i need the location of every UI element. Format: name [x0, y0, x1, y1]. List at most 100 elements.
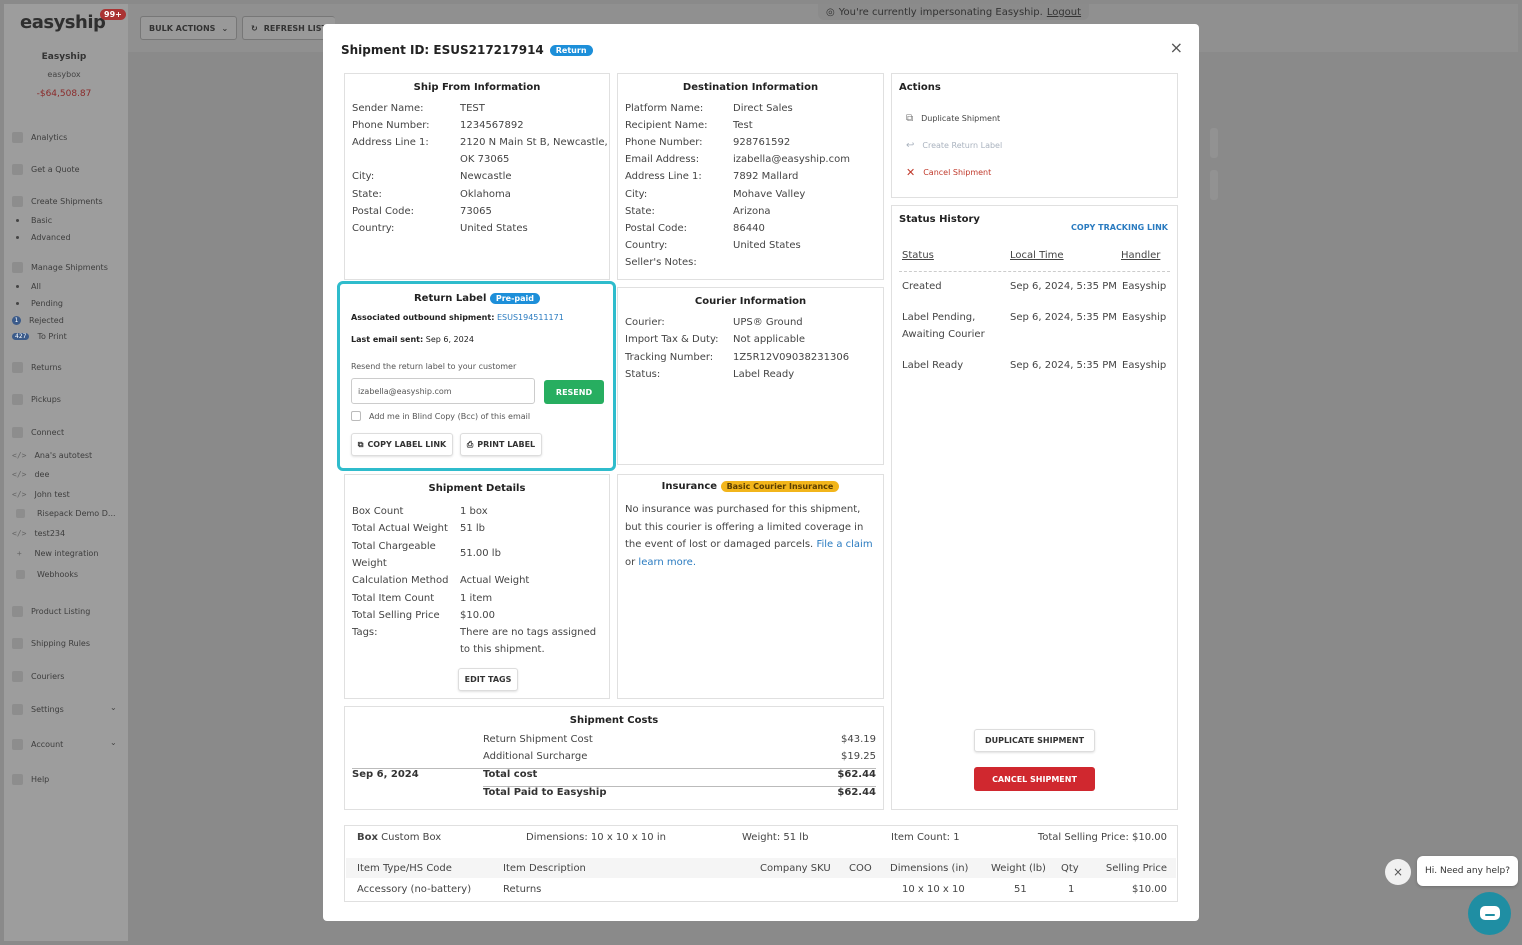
- status-row-3-handler: Easyship: [1122, 360, 1167, 371]
- ship-from-label: Country:: [352, 222, 395, 234]
- chat-bubble[interactable]: Hi. Need any help?: [1417, 856, 1519, 886]
- details-row: Tags: There are no tags assigned: [352, 624, 596, 641]
- duplicate-shipment-button[interactable]: DUPLICATE SHIPMENT: [974, 729, 1095, 752]
- details-label: Total Selling Price: [352, 609, 440, 621]
- cancel-shipment-action[interactable]: ✕ Cancel Shipment: [906, 166, 991, 179]
- shipment-costs-header: Shipment Costs: [569, 715, 659, 726]
- nav-basic[interactable]: Basic: [12, 216, 52, 225]
- rules-icon: [12, 638, 23, 649]
- destination-row: Phone Number: 928761592: [625, 134, 790, 151]
- destination-label: Phone Number:: [625, 137, 703, 149]
- chevron-down-icon[interactable]: ⌄: [110, 703, 117, 712]
- edit-tags-button[interactable]: EDIT TAGS: [458, 668, 518, 691]
- destination-row: Email Address: izabella@easyship.com: [625, 151, 850, 168]
- courier-row: Import Tax & Duty: Not applicable: [625, 331, 805, 348]
- plus-icon: +: [12, 549, 27, 558]
- ship-from-label: Address Line 1:: [352, 137, 429, 149]
- ship-from-value: 73065: [460, 205, 492, 217]
- copy-tracking-link[interactable]: COPY TRACKING LINK: [1071, 223, 1168, 232]
- nav-product-listing[interactable]: Product Listing: [12, 606, 90, 617]
- bulk-actions-button[interactable]: BULK ACTIONS ⌄: [140, 16, 238, 40]
- learn-more-link[interactable]: learn more: [638, 557, 692, 568]
- listing-icon: [12, 606, 23, 617]
- connect-icon: [12, 427, 23, 438]
- code-icon: </>: [12, 490, 27, 499]
- nav-integration-3[interactable]: </> John test: [12, 490, 70, 499]
- destination-value: izabella@easyship.com: [733, 154, 850, 166]
- nav-get-quote[interactable]: Get a Quote: [12, 164, 80, 175]
- courier-value: Label Ready: [733, 368, 795, 380]
- mask-icon: ◎: [826, 6, 835, 18]
- details-value: There are no tags assigned: [460, 627, 597, 639]
- col-dimensions: Dimensions (in): [890, 863, 969, 874]
- analytics-icon: [12, 132, 23, 143]
- nav-integration-2[interactable]: </> dee: [12, 470, 49, 479]
- nav-rejected[interactable]: 1 Rejected: [12, 316, 64, 325]
- nav-connect[interactable]: Connect: [12, 427, 64, 438]
- col-coo: COO: [849, 863, 872, 874]
- details-value: 51 lb: [460, 523, 486, 535]
- nav-couriers[interactable]: Couriers: [12, 671, 64, 682]
- nav-integration-1[interactable]: </> Ana's autotest: [12, 451, 92, 460]
- close-icon: ✕: [906, 166, 916, 179]
- chat-launcher-button[interactable]: [1468, 892, 1511, 935]
- chat-close-icon[interactable]: ×: [1385, 859, 1411, 885]
- nav-manage-shipments[interactable]: Manage Shipments: [12, 262, 108, 273]
- easyship-logo[interactable]: easyship: [20, 12, 106, 33]
- sidebar: easyship 99+ Easyship easybox -$64,508.8…: [4, 4, 128, 941]
- status-row-2-handler: Easyship: [1122, 312, 1167, 323]
- courier-value: 1Z5R12V09038231306: [733, 351, 850, 363]
- background-card: [1210, 170, 1218, 200]
- nav-settings[interactable]: Settings: [12, 704, 64, 715]
- return-icon: ↩: [906, 140, 915, 151]
- destination-label: Seller's Notes:: [625, 256, 697, 268]
- destination-value: Arizona: [733, 205, 771, 217]
- account-balance: -$64,508.87: [36, 89, 92, 99]
- duplicate-shipment-action[interactable]: ⧉ Duplicate Shipment: [906, 113, 1000, 124]
- details-row: Total Actual Weight 51 lb: [352, 520, 485, 537]
- cancel-shipment-button[interactable]: CANCEL SHIPMENT: [974, 767, 1095, 791]
- ship-from-value: OK 73065: [460, 154, 510, 166]
- destination-label: Recipient Name:: [625, 120, 708, 132]
- nav-all[interactable]: All: [12, 282, 41, 291]
- destination-label: State:: [625, 205, 655, 217]
- nav-advanced[interactable]: Advanced: [12, 233, 71, 242]
- item-description-cell: Returns: [503, 884, 542, 895]
- file-claim-link[interactable]: File a claim: [816, 539, 872, 550]
- nav-analytics[interactable]: Analytics: [12, 132, 67, 143]
- destination-row: State: Arizona: [625, 203, 771, 220]
- box-dimensions: Dimensions: 10 x 10 x 10 in: [526, 832, 666, 843]
- settings-icon: [12, 704, 23, 715]
- col-item-description: Item Description: [503, 863, 586, 874]
- close-icon[interactable]: ×: [1170, 38, 1183, 57]
- box-selling-price: Total Selling Price: $10.00: [1037, 832, 1167, 843]
- code-icon: </>: [12, 529, 27, 538]
- logout-link[interactable]: Logout: [1047, 7, 1081, 18]
- details-label: Total Actual Weight: [352, 523, 448, 535]
- nav-pickups[interactable]: Pickups: [12, 394, 61, 405]
- nav-webhooks[interactable]: Webhooks: [12, 570, 78, 579]
- nav-shipping-rules[interactable]: Shipping Rules: [12, 638, 90, 649]
- chevron-down-icon[interactable]: ⌄: [110, 738, 117, 747]
- ship-from-row: Address Line 1: 2120 N Main St B, Newcast…: [352, 134, 608, 151]
- notification-badge[interactable]: 99+: [100, 9, 126, 20]
- nav-account[interactable]: Account: [12, 739, 63, 750]
- returns-icon: [12, 362, 23, 373]
- ship-from-label: [352, 151, 460, 168]
- actions-panel: Actions ⧉ Duplicate Shipment ↩ Create Retu…: [891, 73, 1178, 198]
- ship-from-value: United States: [460, 222, 528, 234]
- nav-integration-5[interactable]: </> test234: [12, 529, 65, 538]
- create-return-label-action[interactable]: ↩ Create Return Label: [906, 140, 1002, 151]
- nav-returns[interactable]: Returns: [12, 362, 62, 373]
- refresh-list-button[interactable]: ↻ REFRESH LIST: [242, 16, 335, 40]
- nav-help[interactable]: Help: [12, 774, 49, 785]
- courier-row: Status: Label Ready: [625, 366, 794, 383]
- col-weight: Weight (lb): [991, 863, 1046, 874]
- nav-create-shipments[interactable]: Create Shipments: [12, 196, 103, 207]
- nav-pending[interactable]: Pending: [12, 299, 63, 308]
- box-name: Box Custom Box: [357, 832, 442, 843]
- nav-to-print[interactable]: 427 To Print: [12, 332, 67, 341]
- nav-integration-4[interactable]: Risepack Demo D...: [12, 509, 116, 518]
- col-qty: Qty: [1061, 863, 1079, 874]
- nav-new-integration[interactable]: + New integration: [12, 549, 99, 558]
